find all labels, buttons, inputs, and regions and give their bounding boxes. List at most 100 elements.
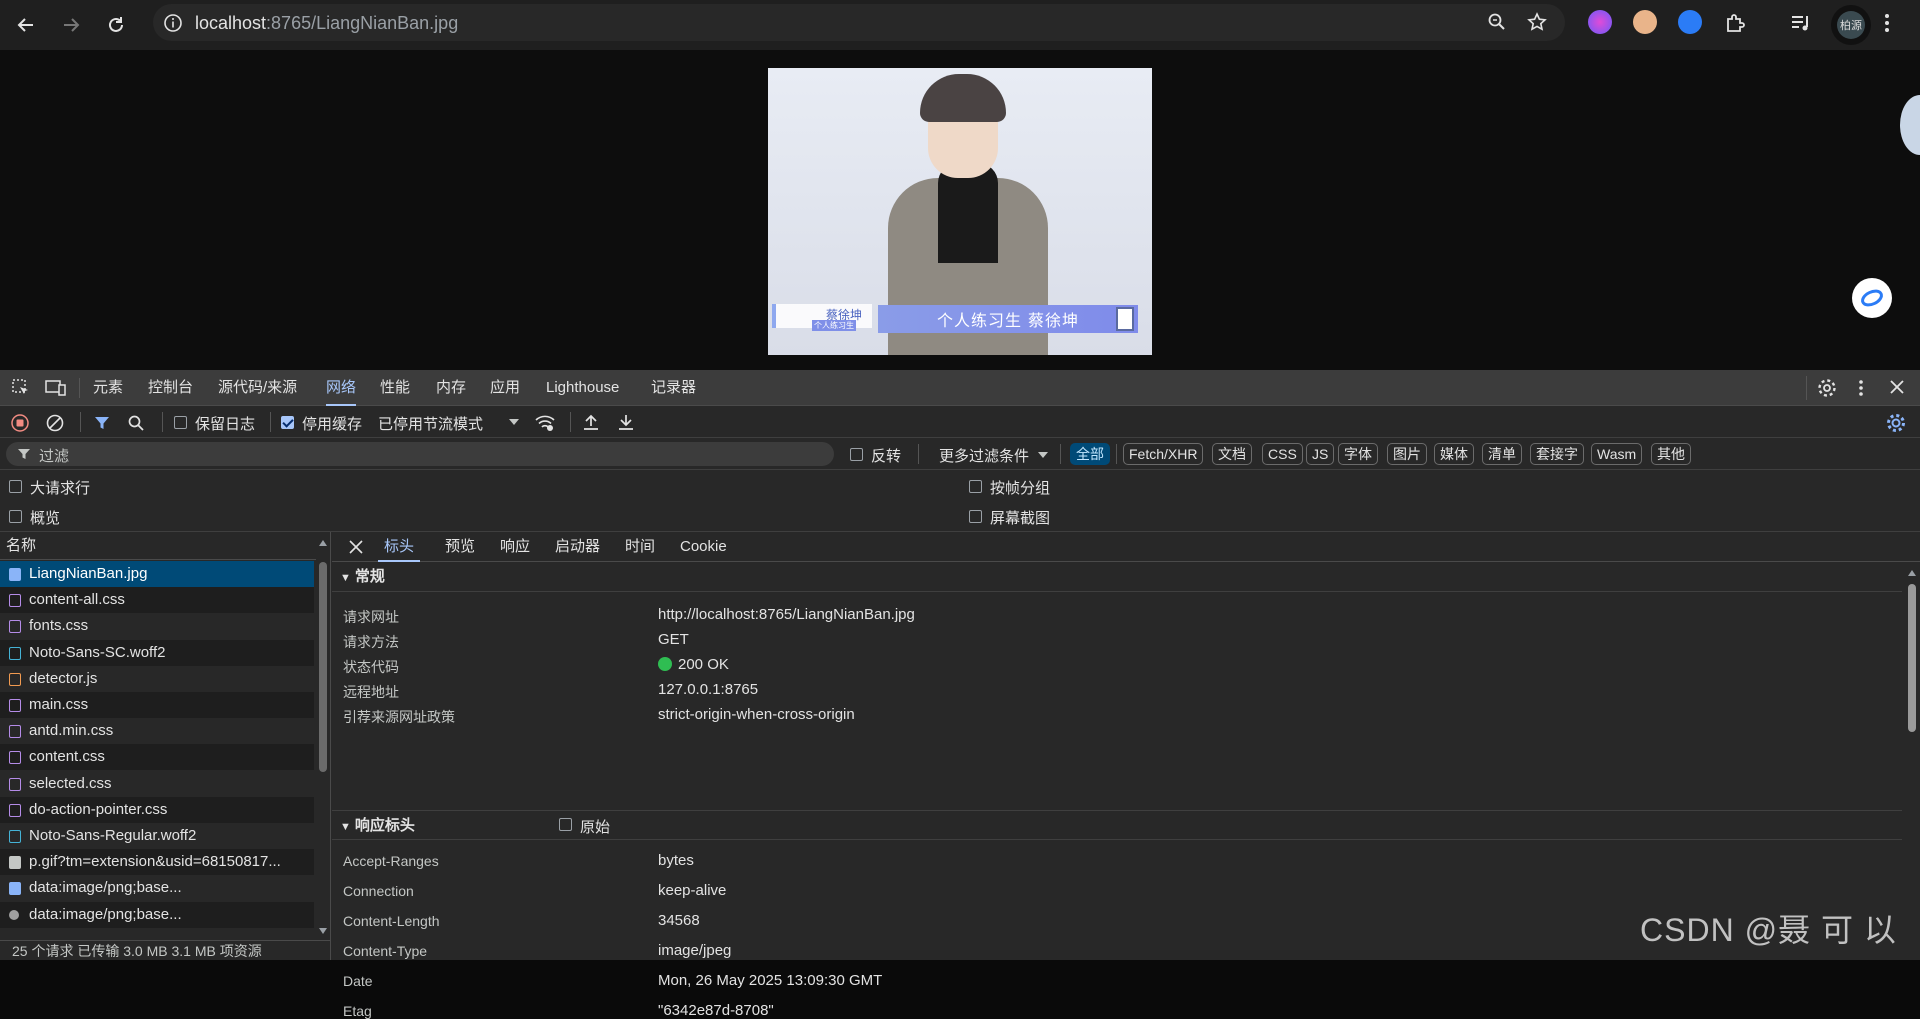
request-row[interactable]: Noto-Sans-SC.woff2 <box>0 639 314 666</box>
name-column-header[interactable]: 名称 <box>0 532 316 560</box>
overview-checkbox[interactable] <box>9 510 22 523</box>
settings-gear-icon[interactable] <box>1817 378 1837 398</box>
preserve-log-checkbox[interactable] <box>174 416 187 429</box>
request-list-scrollbar[interactable] <box>318 540 328 934</box>
details-scrollbar[interactable] <box>1906 562 1918 960</box>
zoom-icon[interactable] <box>1487 12 1507 32</box>
tab-lighthouse[interactable]: Lighthouse <box>546 370 619 406</box>
disable-cache-checkbox[interactable] <box>281 416 294 429</box>
type-filter-img[interactable]: 图片 <box>1387 443 1427 465</box>
tab-application[interactable]: 应用 <box>490 370 520 406</box>
type-filter-css[interactable]: CSS <box>1262 443 1303 465</box>
more-filters-chevron-icon[interactable] <box>1038 452 1048 458</box>
tab-memory[interactable]: 内存 <box>436 370 466 406</box>
floating-assistant-button[interactable] <box>1852 278 1892 318</box>
search-icon[interactable] <box>127 414 145 432</box>
request-row[interactable]: fonts.css <box>0 613 314 639</box>
request-row[interactable]: detector.js <box>0 666 314 692</box>
url-text[interactable]: localhost:8765/LiangNianBan.jpg <box>195 13 458 34</box>
details-tab-headers[interactable]: 标头 <box>378 532 421 562</box>
tab-recorder[interactable]: 记录器 <box>651 370 696 406</box>
chevron-down-icon[interactable] <box>509 419 519 425</box>
request-row[interactable]: data:image/png;base... <box>0 901 314 928</box>
invert-checkbox[interactable] <box>850 448 863 461</box>
tab-console[interactable]: 控制台 <box>148 370 193 406</box>
request-row[interactable]: data:image/png;base... <box>0 875 314 901</box>
request-row[interactable]: Noto-Sans-Regular.woff2 <box>0 823 314 849</box>
type-filter-fetch-xhr[interactable]: Fetch/XHR <box>1123 443 1204 465</box>
request-list-scroll-thumb[interactable] <box>319 562 327 772</box>
type-filter-font[interactable]: 字体 <box>1338 443 1378 465</box>
css-file-icon <box>9 699 21 712</box>
details-scroll-thumb[interactable] <box>1908 584 1916 732</box>
details-scroll-up-icon[interactable] <box>1908 570 1916 576</box>
header-key: Content-Type <box>343 943 428 959</box>
media-queue-icon[interactable] <box>1790 12 1812 34</box>
screenshots-checkbox[interactable] <box>969 510 982 523</box>
network-settings-icon[interactable] <box>1886 413 1906 433</box>
type-filter-manifest[interactable]: 清单 <box>1482 443 1522 465</box>
network-conditions-icon[interactable] <box>535 414 555 432</box>
scroll-up-icon[interactable] <box>319 540 327 546</box>
details-tab-timing[interactable]: 时间 <box>625 532 655 562</box>
general-section-header[interactable]: ▼ 常规 <box>332 562 1902 592</box>
type-filter-wasm[interactable]: Wasm <box>1591 443 1643 465</box>
tab-sources[interactable]: 源代码/来源 <box>218 370 297 406</box>
scroll-down-icon[interactable] <box>319 928 327 934</box>
request-row[interactable]: LiangNianBan.jpg <box>0 561 314 587</box>
group-by-frame-checkbox[interactable] <box>969 480 982 493</box>
profile-avatar[interactable]: 柏源 <box>1831 5 1871 45</box>
request-row[interactable]: selected.css <box>0 771 314 797</box>
request-row[interactable]: content.css <box>0 744 314 771</box>
close-devtools-icon[interactable] <box>1888 378 1906 396</box>
record-stop-icon[interactable] <box>11 414 29 432</box>
tab-performance[interactable]: 性能 <box>380 370 410 406</box>
export-har-icon[interactable] <box>617 413 635 431</box>
clear-icon[interactable] <box>46 414 64 432</box>
request-row[interactable]: p.gif?tm=extension&usid=68150817... <box>0 849 314 876</box>
bookmark-star-icon[interactable] <box>1527 12 1547 32</box>
forward-button[interactable] <box>53 7 89 43</box>
details-tab-preview[interactable]: 预览 <box>445 532 475 562</box>
filter-input[interactable]: 过滤 <box>6 442 834 466</box>
site-info-icon[interactable] <box>163 13 183 33</box>
inspect-element-icon[interactable] <box>11 378 31 398</box>
extensions-puzzle-icon[interactable] <box>1725 12 1747 34</box>
more-filters-dropdown[interactable]: 更多过滤条件 <box>939 445 1029 466</box>
type-filter-doc[interactable]: 文档 <box>1212 443 1252 465</box>
devtools-menu-icon[interactable] <box>1858 378 1864 398</box>
type-filter-all[interactable]: 全部 <box>1070 443 1110 465</box>
device-toolbar-icon[interactable] <box>45 378 67 398</box>
extension-brain-icon[interactable] <box>1588 10 1612 34</box>
reload-button[interactable] <box>98 7 134 43</box>
type-filter-other[interactable]: 其他 <box>1651 443 1691 465</box>
photo-banner: 个人练习生 蔡徐坤 <box>878 305 1138 333</box>
extension-blue-icon[interactable] <box>1678 10 1702 34</box>
import-har-icon[interactable] <box>582 413 600 431</box>
details-tab-cookie[interactable]: Cookie <box>680 532 727 562</box>
raw-headers-checkbox[interactable] <box>559 818 572 831</box>
request-list: 名称 LiangNianBan.jpg content-all.css fonts.… <box>0 532 331 960</box>
type-filter-media[interactable]: 媒体 <box>1434 443 1474 465</box>
request-row[interactable]: main.css <box>0 692 314 718</box>
header-key: Connection <box>343 883 414 899</box>
tab-elements[interactable]: 元素 <box>93 370 123 406</box>
back-button[interactable] <box>8 7 44 43</box>
request-row[interactable]: do-action-pointer.css <box>0 796 314 823</box>
details-tab-initiator[interactable]: 启动器 <box>555 532 600 562</box>
details-tab-response[interactable]: 响应 <box>500 532 530 562</box>
tab-network[interactable]: 网络 <box>326 370 357 406</box>
close-details-icon[interactable] <box>349 540 363 554</box>
address-bar[interactable]: localhost:8765/LiangNianBan.jpg <box>153 4 1565 41</box>
filter-icon[interactable] <box>93 414 111 432</box>
network-filter-bar: 过滤 反转 更多过滤条件 全部 Fetch/XHR 文档 CSS JS 字体 图… <box>0 438 1920 470</box>
extension-owl-icon[interactable] <box>1633 10 1657 34</box>
request-row[interactable]: content-all.css <box>0 587 314 614</box>
browser-menu-icon[interactable] <box>1884 12 1890 34</box>
throttling-select[interactable]: 已停用节流模式 <box>378 413 483 434</box>
floating-edge-widget[interactable] <box>1900 95 1920 155</box>
type-filter-js[interactable]: JS <box>1306 443 1335 465</box>
type-filter-socket[interactable]: 套接字 <box>1530 443 1584 465</box>
request-row[interactable]: antd.min.css <box>0 718 314 744</box>
big-rows-checkbox[interactable] <box>9 480 22 493</box>
